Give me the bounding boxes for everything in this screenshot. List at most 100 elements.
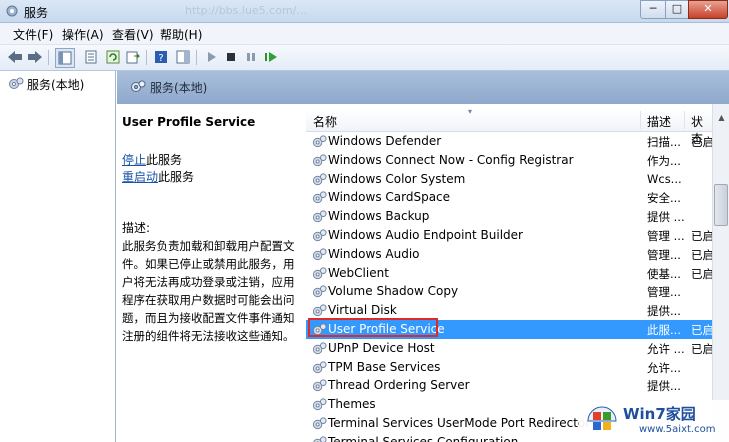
restart-link[interactable]: 重启动 xyxy=(122,170,158,184)
console-tree-icon[interactable] xyxy=(55,48,75,68)
service-row[interactable]: Windows Defender 扫描... 已启 xyxy=(306,132,712,151)
service-description: 使基... xyxy=(647,266,681,281)
watermark-url: www.5aixt.com xyxy=(639,424,716,435)
service-gear-icon xyxy=(312,190,327,205)
service-row[interactable]: WebClient 使基... 已启 xyxy=(306,264,712,283)
scrollbar-thumb[interactable] xyxy=(714,184,728,226)
tree-item-services-local[interactable]: 服务(本地) xyxy=(27,76,84,93)
restart-service-icon[interactable] xyxy=(262,48,280,66)
menu-bar: 文件(F) 操作(A) 查看(V) 帮助(H) xyxy=(0,23,729,45)
menu-view[interactable]: 查看(V) xyxy=(112,26,154,43)
service-name: Windows CardSpace xyxy=(328,190,451,205)
service-name: Windows Color System xyxy=(328,171,466,186)
close-button[interactable]: ✕ xyxy=(688,0,728,19)
show-hide-action-pane-icon[interactable] xyxy=(174,48,192,66)
column-divider[interactable] xyxy=(684,111,685,129)
service-details-pane: User Profile Service 停止此服务 重启动此服务 描述: 此服… xyxy=(117,104,306,442)
service-gear-icon xyxy=(312,247,327,262)
service-gear-icon xyxy=(312,360,327,375)
service-name: Themes xyxy=(328,397,376,412)
service-row[interactable]: Windows Color System Wcs... xyxy=(306,170,712,189)
menu-help[interactable]: 帮助(H) xyxy=(160,26,202,43)
export-list-icon[interactable] xyxy=(124,48,142,66)
service-status: 已启 xyxy=(691,323,712,337)
pause-service-icon[interactable] xyxy=(242,48,260,66)
service-row[interactable]: TPM Base Services 允许... xyxy=(306,358,712,377)
service-name: Volume Shadow Copy xyxy=(328,284,459,299)
toolbar-separator xyxy=(48,50,49,65)
service-name: UPnP Device Host xyxy=(328,340,435,355)
service-row[interactable]: Windows Audio 管理... 已启 xyxy=(306,245,712,264)
service-description: 提供... xyxy=(647,379,681,394)
column-divider[interactable] xyxy=(640,111,641,129)
service-description: 管理... xyxy=(647,285,681,300)
service-description: Wcs... xyxy=(647,171,682,186)
service-name: Windows Audio xyxy=(328,246,420,261)
service-description: 允许... xyxy=(647,360,681,375)
service-name: Terminal Services UserMode Port Redirect… xyxy=(328,416,591,430)
minimize-button[interactable]: ─ xyxy=(640,0,666,19)
service-row[interactable]: UPnP Device Host 允许 ... 已启 xyxy=(306,339,712,358)
service-name: Windows Backup xyxy=(328,209,430,224)
stop-link[interactable]: 停止 xyxy=(122,153,146,167)
service-status: 已启 xyxy=(691,135,712,149)
refresh-icon[interactable] xyxy=(104,48,122,66)
services-gear-icon xyxy=(8,76,24,92)
banner-title: 服务(本地) xyxy=(150,81,208,95)
service-row[interactable]: Windows Audio Endpoint Builder 管理 ... 已启 xyxy=(306,226,712,245)
title-watermark: http://bbs.lue5.com/... xyxy=(185,4,307,17)
service-gear-icon xyxy=(312,153,327,168)
windows-logo-icon xyxy=(585,404,619,438)
restart-service-action: 重启动此服务 xyxy=(122,168,194,185)
stop-link-suffix: 此服务 xyxy=(146,153,183,167)
service-gear-icon xyxy=(312,378,327,393)
menu-action[interactable]: 操作(A) xyxy=(62,26,104,43)
service-row[interactable]: Thread Ordering Server 提供... xyxy=(306,376,712,395)
list-header: ▾ 名称 描述 状态 xyxy=(306,107,712,146)
service-status: 已启 xyxy=(691,266,712,281)
scroll-up-arrow-icon[interactable]: ▲ xyxy=(713,109,729,126)
service-description: 此服... xyxy=(647,323,681,337)
service-row[interactable]: Windows Backup 提供 ... xyxy=(306,207,712,226)
description-text: 此服务负责加载和卸载用户配置文件。如果已停止或禁用此服务，用户将无法再成功登录或… xyxy=(122,239,295,343)
service-gear-icon xyxy=(312,172,327,187)
back-arrow-icon[interactable] xyxy=(6,48,24,66)
stop-service-icon[interactable] xyxy=(222,48,240,66)
stop-service-action: 停止此服务 xyxy=(122,151,182,168)
service-row[interactable]: Volume Shadow Copy 管理... xyxy=(306,282,712,301)
title-bar: 服务 http://bbs.lue5.com/... ─ □ ✕ xyxy=(0,0,729,23)
service-gear-icon xyxy=(312,303,327,318)
start-service-icon[interactable] xyxy=(202,48,220,66)
service-gear-icon xyxy=(312,266,327,281)
service-gear-icon xyxy=(312,416,327,431)
service-name: TPM Base Services xyxy=(328,359,441,374)
help-icon[interactable]: ? xyxy=(152,48,170,66)
service-name: Virtual Disk xyxy=(328,303,397,318)
service-name: WebClient xyxy=(328,265,389,280)
services-gear-icon xyxy=(130,79,146,95)
service-name: Thread Ordering Server xyxy=(328,378,470,393)
services-header-banner: 服务(本地) xyxy=(117,71,729,104)
column-header-description[interactable]: 描述 xyxy=(647,113,671,130)
vertical-scrollbar[interactable]: ▲ xyxy=(712,104,729,442)
column-header-name[interactable]: 名称 xyxy=(313,113,337,130)
services-app-icon xyxy=(5,4,19,18)
properties-icon[interactable] xyxy=(82,48,100,66)
service-row[interactable]: Windows Connect Now - Config Registrar 作为… xyxy=(306,151,712,170)
service-status: 已启 xyxy=(691,247,712,262)
toolbar-separator xyxy=(146,50,147,65)
sort-arrow-icon: ▾ xyxy=(468,107,473,116)
highlight-outline xyxy=(308,318,438,337)
service-description: 扫描... xyxy=(647,135,681,149)
maximize-button[interactable]: □ xyxy=(665,0,689,19)
service-name: Windows Defender xyxy=(328,134,442,148)
service-gear-icon xyxy=(312,134,327,149)
svg-text:?: ? xyxy=(158,53,163,64)
service-row[interactable]: Windows CardSpace 安全... xyxy=(306,188,712,207)
service-name: Windows Audio Endpoint Builder xyxy=(328,228,523,242)
service-description: 管理 ... xyxy=(647,229,685,243)
menu-file[interactable]: 文件(F) xyxy=(13,26,53,43)
service-gear-icon xyxy=(312,284,327,299)
forward-arrow-icon[interactable] xyxy=(26,48,44,66)
service-name: Windows Connect Now - Config Registrar xyxy=(328,152,574,167)
